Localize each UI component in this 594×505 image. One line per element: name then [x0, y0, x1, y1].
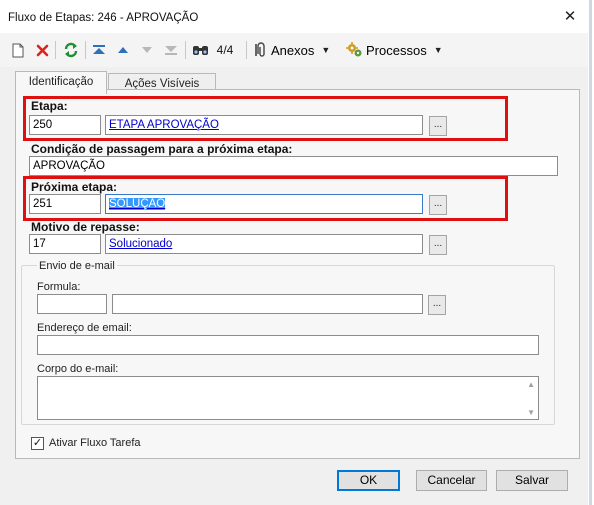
ativar-fluxo-checkbox[interactable]: ✓ — [31, 437, 44, 450]
next-record-icon[interactable] — [139, 40, 155, 60]
form-area: Identificação Ações Visíveis Etapa: 250 … — [0, 67, 588, 463]
record-counter: 4/4 — [216, 43, 234, 57]
previous-record-icon[interactable] — [115, 40, 131, 60]
window-edge — [589, 0, 592, 505]
window-title: Fluxo de Etapas: 246 - APROVAÇÃO — [8, 12, 199, 24]
etapa-highlight-box — [23, 96, 508, 141]
corpo-label: Corpo do e-mail: — [37, 363, 119, 375]
corpo-email-textarea[interactable]: ▲ ▼ — [37, 376, 539, 420]
title-bar: Fluxo de Etapas: 246 - APROVAÇÃO ✕ — [0, 0, 588, 33]
last-record-icon[interactable] — [163, 40, 179, 60]
chevron-down-icon: ▼ — [433, 45, 443, 55]
toolbar-separator — [185, 41, 186, 59]
toolbar-separator — [85, 41, 86, 59]
chevron-down-icon: ▼ — [321, 45, 331, 55]
email-group-title: Envio de e-mail — [37, 260, 117, 272]
proxima-etapa-highlight-box — [23, 176, 508, 221]
close-icon[interactable]: ✕ — [558, 6, 582, 28]
cancel-button[interactable]: Cancelar — [416, 470, 487, 491]
motivo-label: Motivo de repasse: — [31, 220, 140, 234]
save-button[interactable]: Salvar — [496, 470, 568, 491]
processes-gear-icon — [346, 42, 363, 58]
dialog-footer: OK Cancelar Salvar — [0, 463, 588, 505]
toolbar-separator — [246, 41, 247, 59]
dialog-window: Fluxo de Etapas: 246 - APROVAÇÃO ✕ 4/4 A… — [0, 0, 594, 505]
toolbar-separator — [55, 41, 56, 59]
formula-label: Formula: — [37, 281, 81, 293]
condicao-field[interactable]: APROVAÇÃO — [29, 156, 558, 176]
ativar-fluxo-label: Ativar Fluxo Tarefa — [49, 437, 141, 449]
motivo-lookup-button[interactable]: ... — [429, 235, 447, 255]
toolbar: 4/4 Anexos ▼ Processos ▼ — [0, 33, 588, 67]
search-icon[interactable] — [191, 40, 209, 60]
endereco-label: Endereço de email: — [37, 322, 132, 334]
endereco-email-field[interactable] — [37, 335, 539, 355]
new-document-icon[interactable] — [10, 40, 26, 60]
refresh-icon[interactable] — [62, 40, 80, 60]
condicao-label: Condição de passagem para a próxima etap… — [31, 142, 293, 156]
motivo-code-field[interactable]: 17 — [29, 234, 101, 254]
formula-name-field[interactable] — [112, 294, 423, 314]
motivo-name-link[interactable]: Solucionado — [105, 234, 423, 254]
formula-code-field[interactable] — [37, 294, 107, 314]
tab-identificacao[interactable]: Identificação — [15, 71, 107, 94]
scroll-down-icon[interactable]: ▼ — [527, 408, 535, 417]
processos-menu-button[interactable]: Processos ▼ — [346, 40, 444, 60]
attachment-icon — [254, 42, 268, 58]
ok-button[interactable]: OK — [337, 470, 400, 491]
first-record-icon[interactable] — [91, 40, 107, 60]
delete-icon[interactable] — [34, 40, 50, 60]
anexos-menu-button[interactable]: Anexos ▼ — [254, 40, 338, 60]
formula-lookup-button[interactable]: ... — [428, 295, 446, 315]
scroll-up-icon[interactable]: ▲ — [527, 380, 535, 389]
